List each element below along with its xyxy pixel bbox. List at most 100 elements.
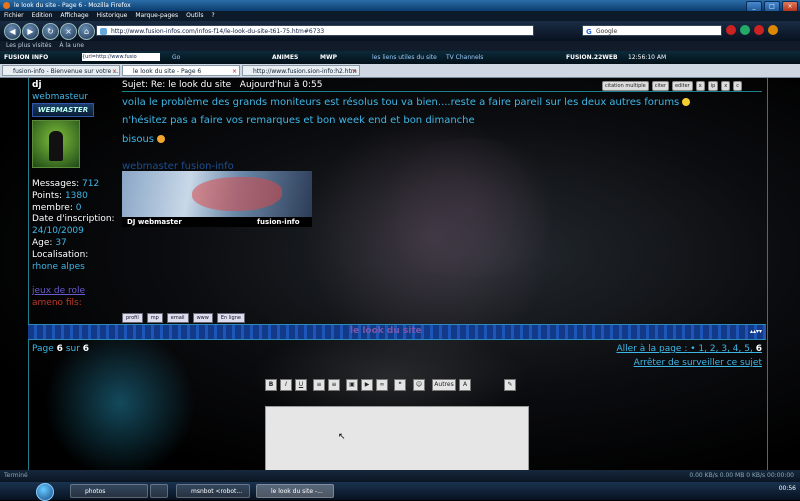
www-button[interactable]: www xyxy=(192,313,213,323)
firefox-icon xyxy=(3,2,10,9)
unwatch-topic-link[interactable]: Arrêter de surveiller ce sujet xyxy=(634,358,762,368)
address-bar[interactable]: http://www.fusion-infos.com/infos-f14/le… xyxy=(96,25,534,36)
align-left-icon[interactable]: ≡ xyxy=(313,379,325,391)
bookmark-headlines[interactable]: À la une xyxy=(59,42,84,49)
google-icon: G xyxy=(586,28,592,36)
close-tab-icon[interactable]: × xyxy=(352,66,357,75)
menu-historique[interactable]: Historique xyxy=(97,11,128,21)
poster-name[interactable]: dj xyxy=(32,80,42,90)
addon-icon-4[interactable] xyxy=(768,25,778,35)
toolbar-useful-links[interactable]: les liens utiles du site xyxy=(372,51,437,64)
close-tab-icon[interactable]: × xyxy=(232,66,237,75)
navigation-toolbar: ◀ ▶ ↻ × ⌂ http://www.fusion-infos.com/in… xyxy=(0,21,800,41)
toolbar-mwp[interactable]: MWP xyxy=(320,51,337,64)
page-link-5[interactable]: 5 xyxy=(744,344,750,354)
menu-outils[interactable]: Outils xyxy=(186,11,203,21)
post-line-2: n'hésitez pas a faire vos remarques et b… xyxy=(122,115,475,126)
report-button[interactable]: c xyxy=(733,81,742,91)
menu-bar: Fichier Edition Affichage Historique Mar… xyxy=(0,11,800,21)
delete-button[interactable]: x xyxy=(695,81,705,91)
underline-button[interactable]: U xyxy=(295,379,307,391)
status-bar: Terminé 0.00 KB/s 0.00 MB 0 KB/s 00:00:0… xyxy=(0,470,800,482)
avatar xyxy=(32,120,80,168)
menu-help[interactable]: ? xyxy=(211,11,214,21)
multi-quote-button[interactable]: citation multiple xyxy=(602,81,649,91)
reload-button[interactable]: ↻ xyxy=(42,23,59,40)
align-center-icon[interactable]: ≡ xyxy=(328,379,340,391)
close-tab-icon[interactable]: × xyxy=(112,66,117,75)
post-subject: Sujet: Re: le look du site xyxy=(122,80,232,90)
italic-button[interactable]: I xyxy=(280,379,292,391)
menu-fichier[interactable]: Fichier xyxy=(4,11,24,21)
toolbar-animes[interactable]: ANIMES xyxy=(272,51,298,64)
tab-fusion-h2[interactable]: http://www.fusion.sion-info:h2.htm × xyxy=(242,65,360,76)
tab-fusion-home[interactable]: fusion-info - Bienvenue sur votre ... × xyxy=(2,65,120,76)
taskbar-photos[interactable]: photos xyxy=(70,484,148,498)
page-link-3[interactable]: 3 xyxy=(721,344,727,354)
page-link-1[interactable]: 1 xyxy=(698,344,704,354)
toolbar-clock: 12:56:10 AM xyxy=(628,54,667,61)
window-title: le look du site - Page 6 - Mozilla Firef… xyxy=(14,2,131,9)
search-input[interactable]: G Google xyxy=(582,25,722,36)
quote-icon[interactable]: ❝ xyxy=(394,379,406,391)
addon-icon-1[interactable] xyxy=(726,25,736,35)
transfer-stats: 0.00 KB/s 0.00 MB 0 KB/s 00:00:00 xyxy=(689,472,794,479)
fusion-info-logo[interactable]: FUSION INFO xyxy=(4,51,48,64)
mouse-cursor-icon: ↖ xyxy=(338,432,346,442)
menu-marque-pages[interactable]: Marque-pages xyxy=(135,11,178,21)
email-button[interactable]: email xyxy=(166,313,189,323)
taskbar-msnbot[interactable]: msnbot <robot... xyxy=(176,484,250,498)
role-play-link[interactable]: jeux de role xyxy=(32,286,85,296)
link-icon[interactable]: ∞ xyxy=(376,379,388,391)
menu-affichage[interactable]: Affichage xyxy=(60,11,88,21)
video-icon[interactable]: ▶ xyxy=(361,379,373,391)
post-line-1: voila le problème des grands moniteurs e… xyxy=(122,97,691,108)
tab-strip: fusion-info - Bienvenue sur votre ... × l… xyxy=(0,64,800,78)
toolbar-fusion22web[interactable]: FUSION.22WEB xyxy=(566,51,618,64)
toolbar-tv-channels[interactable]: TV Channels xyxy=(446,51,483,64)
ip-button[interactable]: ip xyxy=(707,81,719,91)
addon-icon-2[interactable] xyxy=(740,25,750,35)
start-button[interactable] xyxy=(36,483,54,501)
page-link-4[interactable]: 4 xyxy=(733,344,739,354)
search-engine-label: Google xyxy=(596,28,618,35)
home-button[interactable]: ⌂ xyxy=(78,23,95,40)
edit-button[interactable]: editer xyxy=(671,81,693,91)
signature-banner: DJ webmaster fusion-info xyxy=(122,171,312,227)
scroll-arrows-icon[interactable]: ▴▴▾▾ xyxy=(750,328,762,335)
goto-page-label[interactable]: Aller à la page : xyxy=(616,344,687,354)
format-icon[interactable]: A xyxy=(459,379,471,391)
stop-button[interactable]: × xyxy=(60,23,77,40)
back-button[interactable]: ◀ xyxy=(4,23,21,40)
toolbar-url-field[interactable]: {url=http://www.fusio xyxy=(82,53,160,61)
topic-title-bar: le look du site ▴▴▾▾ xyxy=(28,324,766,340)
tab-look-du-site[interactable]: le look du site - Page 6 × xyxy=(122,65,240,76)
message-textarea[interactable] xyxy=(265,406,529,470)
forward-button[interactable]: ▶ xyxy=(22,23,39,40)
smiley-picker-icon[interactable]: ☺ xyxy=(413,379,425,391)
taskbar-firefox[interactable]: le look du site -... xyxy=(256,484,334,498)
pm-button[interactable]: mp xyxy=(146,313,163,323)
poster-stats: Messages: 712 Points: 1380 membre: 0 Dat… xyxy=(32,179,115,272)
warn-button[interactable]: x xyxy=(721,81,731,91)
profile-button[interactable]: profil xyxy=(122,313,143,323)
rank-badge: WEBMASTER xyxy=(32,103,94,117)
switch-editor-icon[interactable]: ✎ xyxy=(504,379,516,391)
post-header: Sujet: Re: le look du site Aujourd'hui à… xyxy=(122,80,322,90)
addon-icon-3[interactable] xyxy=(754,25,764,35)
toolbar-go-button[interactable]: Go xyxy=(172,51,180,64)
bold-button[interactable]: B xyxy=(265,379,277,391)
more-button[interactable]: Autres xyxy=(432,379,456,391)
image-icon[interactable]: ▣ xyxy=(346,379,358,391)
tray-clock: 00:56 xyxy=(778,485,796,492)
devil-smiley-icon xyxy=(157,135,166,143)
quote-button[interactable]: citer xyxy=(651,81,669,91)
taskbar-media[interactable] xyxy=(150,484,168,498)
windows-taskbar: photos msnbot <robot... le look du site … xyxy=(0,482,800,501)
page-link-2[interactable]: 2 xyxy=(710,344,716,354)
menu-edition[interactable]: Edition xyxy=(32,11,53,21)
post-divider xyxy=(122,91,762,92)
bookmark-most-visited[interactable]: Les plus visités xyxy=(6,42,51,49)
online-status: En ligne xyxy=(216,313,245,323)
friends-link[interactable]: ameno fils: xyxy=(32,298,82,308)
